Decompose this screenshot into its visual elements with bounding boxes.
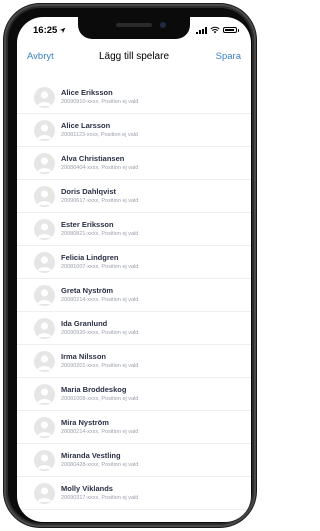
player-texts: Felicia Lindgren 20081007-xxxx, Position…: [61, 253, 138, 271]
location-arrow-icon: [60, 27, 66, 33]
avatar-placeholder-icon: [34, 185, 55, 207]
avatar-placeholder-icon: [34, 383, 55, 405]
cancel-button[interactable]: Avbryt: [27, 51, 54, 62]
player-row[interactable]: Miranda Vestling 20080428-xxxx, Position…: [17, 444, 251, 477]
player-texts: Alice Larsson 20081123-xxxx, Position ej…: [61, 121, 138, 139]
player-details: 20080428-xxxx, Position ej vald: [61, 462, 139, 468]
wifi-icon: [210, 26, 220, 34]
player-texts: Ida Granlund 20090920-xxxx, Position ej …: [61, 319, 138, 337]
avatar-placeholder-icon: [34, 317, 55, 339]
player-details: 20080214-xxxx, Position ej vald: [61, 297, 139, 303]
avatar-placeholder-icon: [34, 284, 55, 306]
player-texts: Ester Eriksson 20080821-xxxx, Position e…: [61, 220, 138, 238]
status-icons: [196, 26, 239, 34]
player-row[interactable]: Greta Nyström 20080214-xxxx, Position ej…: [17, 279, 251, 312]
player-row[interactable]: Molly Viklands 20090317-xxxx, Position e…: [17, 477, 251, 510]
player-name: Maria Broddeskog: [61, 385, 127, 394]
notch: [78, 17, 190, 39]
front-camera: [160, 22, 166, 28]
navigation-bar: Avbryt Lägg till spelare Spara: [17, 45, 251, 67]
status-time: 16:25: [33, 24, 58, 36]
player-name: Felicia Lindgren: [61, 253, 119, 262]
player-details: 20081123-xxxx, Position ej vald: [61, 132, 138, 138]
avatar-placeholder-icon: [34, 119, 55, 141]
player-name: Molly Viklands: [61, 484, 113, 493]
player-texts: Alva Christiansen 20080404-xxxx, Positio…: [61, 154, 138, 172]
player-details: 20081007-xxxx, Position ej vald: [61, 264, 139, 270]
player-row[interactable]: Maria Broddeskog 20081008-xxxx, Position…: [17, 378, 251, 411]
player-row[interactable]: Ester Eriksson 20080821-xxxx, Position e…: [17, 213, 251, 246]
player-row[interactable]: Alice Larsson 20081123-xxxx, Position ej…: [17, 114, 251, 147]
player-name: Alice Larsson: [61, 121, 111, 130]
avatar-placeholder-icon: [34, 86, 55, 108]
save-button[interactable]: Spara: [216, 51, 241, 62]
player-texts: Alice Eriksson 20090910-xxxx, Position e…: [61, 88, 138, 106]
phone-screen: 16:25 Avbryt Lägg till spelare Spara Ali…: [17, 17, 251, 522]
avatar-placeholder-icon: [34, 152, 55, 174]
player-name: Ester Eriksson: [61, 220, 114, 229]
player-name: Doris Dahlqvist: [61, 187, 117, 196]
player-name: Mira Nyström: [61, 418, 109, 427]
player-details: 20090317-xxxx, Position ej vald: [61, 495, 139, 501]
player-row[interactable]: Felicia Lindgren 20081007-xxxx, Position…: [17, 246, 251, 279]
player-name: Alice Eriksson: [61, 88, 113, 97]
player-texts: Doris Dahlqvist 20090617-xxxx, Position …: [61, 187, 138, 205]
player-details: 20090920-xxxx, Position ej vald: [61, 330, 139, 336]
player-details: 20081008-xxxx, Position ej vald: [61, 396, 139, 402]
player-texts: Greta Nyström 20080214-xxxx, Position ej…: [61, 286, 138, 304]
player-texts: Mira Nyström 20080214-xxxx, Position ej …: [61, 418, 138, 436]
player-row[interactable]: Irma Nilsson 20090201-xxxx, Position ej …: [17, 345, 251, 378]
player-name: Irma Nilsson: [61, 352, 107, 361]
avatar-placeholder-icon: [34, 218, 55, 240]
avatar-placeholder-icon: [34, 251, 55, 273]
battery-icon: [223, 27, 239, 33]
player-details: 20080821-xxxx, Position ej vald: [61, 231, 139, 237]
player-row[interactable]: Ida Granlund 20090920-xxxx, Position ej …: [17, 312, 251, 345]
status-time-group: 16:25: [33, 25, 66, 36]
player-row[interactable]: Mira Nyström 20080214-xxxx, Position ej …: [17, 411, 251, 444]
player-details: 20080214-xxxx, Position ej vald: [61, 429, 139, 435]
avatar-placeholder-icon: [34, 482, 55, 504]
player-name: Ida Granlund: [61, 319, 108, 328]
player-details: 20090910-xxxx, Position ej vald: [61, 99, 139, 105]
avatar-placeholder-icon: [34, 449, 55, 471]
player-details: 20080404-xxxx, Position ej vald: [61, 165, 139, 171]
player-texts: Maria Broddeskog 20081008-xxxx, Position…: [61, 385, 138, 403]
avatar-placeholder-icon: [34, 416, 55, 438]
player-name: Alva Christiansen: [61, 154, 125, 163]
player-list: Alice Eriksson 20090910-xxxx, Position e…: [17, 81, 251, 522]
player-texts: Molly Viklands 20090317-xxxx, Position e…: [61, 484, 138, 502]
player-row[interactable]: Alice Eriksson 20090910-xxxx, Position e…: [17, 81, 251, 114]
player-texts: Miranda Vestling 20080428-xxxx, Position…: [61, 451, 138, 469]
player-details: 20090617-xxxx, Position ej vald: [61, 198, 139, 204]
player-texts: Irma Nilsson 20090201-xxxx, Position ej …: [61, 352, 138, 370]
avatar-placeholder-icon: [34, 350, 55, 372]
player-row[interactable]: Alva Christiansen 20080404-xxxx, Positio…: [17, 147, 251, 180]
player-row[interactable]: Doris Dahlqvist 20090617-xxxx, Position …: [17, 180, 251, 213]
cellular-signal-icon: [196, 26, 207, 34]
player-name: Miranda Vestling: [61, 451, 121, 460]
player-name: Greta Nyström: [61, 286, 114, 295]
player-details: 20090201-xxxx, Position ej vald: [61, 363, 139, 369]
phone-frame: 16:25 Avbryt Lägg till spelare Spara Ali…: [4, 4, 256, 527]
speaker: [116, 23, 152, 27]
